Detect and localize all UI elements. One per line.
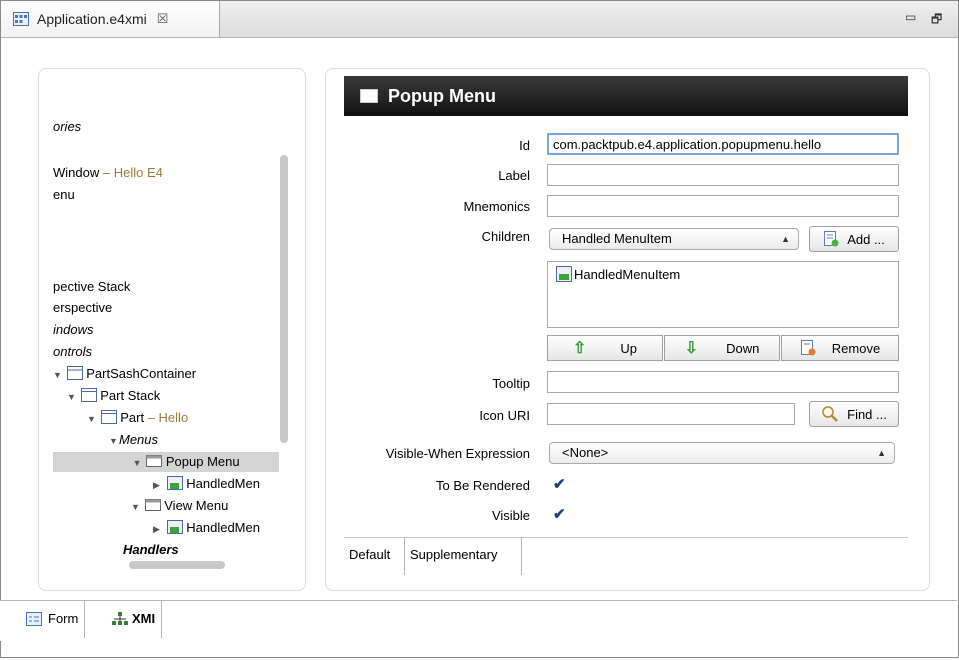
up-arrow-icon: ⇧ [572,340,587,357]
up-label: Up [620,340,638,356]
remove-button[interactable]: Remove [781,335,899,361]
tree-item-menus[interactable]: ▼Menus [109,430,158,450]
tree-item-handled-menuitem[interactable]: ▶ HandledMen [153,518,260,538]
tree-item[interactable]: ontrols [53,342,92,362]
tree-item-part[interactable]: ▼ Part – Hello [87,408,188,428]
tree-item-partsashcontainer[interactable]: ▼ PartSashContainer [53,364,196,384]
tree-item-handlers[interactable]: Handlers [123,540,179,559]
tab-xmi[interactable]: XMI [112,600,163,638]
form-header: Popup Menu [344,76,908,116]
label-label: Label [498,168,530,183]
up-button[interactable]: ⇧ Up [547,335,663,361]
form-icon [26,612,42,626]
children-type-select[interactable]: Handled MenuItem ▲ [549,228,799,250]
down-label: Down [726,340,760,356]
handled-menuitem-icon [166,520,183,534]
tooltip-label: Tooltip [492,376,530,391]
collapsed-twisty-icon[interactable]: ▶ [153,519,163,539]
tooltip-field[interactable] [547,371,899,393]
tree-item[interactable]: indows [53,320,93,340]
expanded-twisty-icon[interactable]: ▼ [67,387,77,407]
select-arrows-icon: ▲ [781,234,790,244]
magnifier-icon [822,406,839,422]
e4xmi-file-icon [13,12,29,26]
editor-tab-bar: Application.e4xmi ☒ ▭ 🗗 [1,1,958,38]
visible-when-label: Visible-When Expression [385,446,530,461]
icon-uri-label: Icon URI [479,408,530,423]
to-be-rendered-checkbox[interactable]: ✔ [553,477,567,492]
icon-uri-field[interactable] [547,403,795,425]
xmi-tree-icon [112,612,128,625]
form-title: Popup Menu [388,85,496,106]
expanded-twisty-icon[interactable]: ▼ [133,453,143,473]
tree-item[interactable]: enu [53,185,75,205]
tab-form[interactable]: Form [26,600,86,638]
tab-supplementary[interactable]: Supplementary [405,537,522,575]
handled-menuitem-icon [166,476,183,490]
down-arrow-icon: ⇩ [684,340,699,357]
model-tree[interactable]: ories Window – Hello E4 enu pective Stac… [53,79,279,559]
handled-menuitem-icon [556,266,572,282]
tree-item[interactable]: erspective [53,298,112,318]
expanded-twisty-icon[interactable]: ▼ [53,365,63,385]
minimize-icon[interactable]: ▭ [905,10,916,24]
visible-when-value: <None> [562,445,609,460]
tree-item-part-stack[interactable]: ▼ Part Stack [67,386,160,406]
visible-when-select[interactable]: <None> ▲ [549,442,895,464]
tree-horizontal-scrollbar[interactable] [129,561,225,569]
tree-item-popup-menu[interactable]: ▼ Popup Menu [53,452,279,472]
list-item[interactable]: HandledMenuItem [556,266,680,282]
label-field[interactable] [547,164,899,186]
find-button[interactable]: Find ... [809,401,899,427]
children-list[interactable]: HandledMenuItem [547,261,899,328]
part-icon [100,410,117,424]
expanded-twisty-icon[interactable]: ▼ [109,431,119,451]
visible-label: Visible [491,508,530,523]
select-arrows-icon: ▲ [877,448,886,458]
expanded-twisty-icon[interactable]: ▼ [87,409,97,429]
close-tab-icon[interactable]: ☒ [157,11,169,27]
tree-vertical-scrollbar[interactable] [280,155,288,443]
add-icon [824,231,839,247]
list-item-label: HandledMenuItem [574,266,681,282]
collapsed-twisty-icon[interactable]: ▶ [153,475,163,495]
to-be-rendered-label: To Be Rendered [436,478,530,493]
find-label: Find ... [847,406,887,422]
menu-icon [146,455,163,467]
children-type-value: Handled MenuItem [562,231,672,246]
tab-default[interactable]: Default [344,537,405,575]
id-field[interactable]: com.packtpub.e4.application.popupmenu.he… [547,133,899,155]
tree-item-handled-menuitem[interactable]: ▶ HandledMen [153,474,260,494]
children-label: Children [481,229,530,244]
id-label: Id [519,138,530,153]
tab-form-label: Form [48,611,79,626]
visible-checkbox[interactable]: ✔ [553,507,567,522]
add-child-button[interactable]: Add ... [809,226,899,252]
popup-menu-icon [360,89,378,103]
editor-tab-title: Application.e4xmi [37,11,147,27]
tree-item[interactable]: ories [53,117,81,137]
tree-panel: ories Window – Hello E4 enu pective Stac… [38,68,306,591]
down-button[interactable]: ⇩ Down [664,335,780,361]
tree-item[interactable]: Window – Hello E4 [53,163,163,183]
remove-icon [800,340,816,356]
mnemonics-field[interactable] [547,195,899,217]
container-icon [66,366,83,380]
restore-icon[interactable]: 🗗 [931,10,942,31]
add-child-label: Add ... [847,231,885,247]
tree-item-view-menu[interactable]: ▼ View Menu [131,496,228,516]
expanded-twisty-icon[interactable]: ▼ [131,497,141,517]
tab-xmi-label: XMI [132,611,156,626]
menu-icon [144,499,161,511]
remove-label: Remove [831,340,881,356]
editor-tab-application[interactable]: Application.e4xmi ☒ [1,1,220,37]
mnemonics-label: Mnemonics [463,199,530,214]
tree-item[interactable]: pective Stack [53,277,130,297]
part-stack-icon [80,388,97,402]
